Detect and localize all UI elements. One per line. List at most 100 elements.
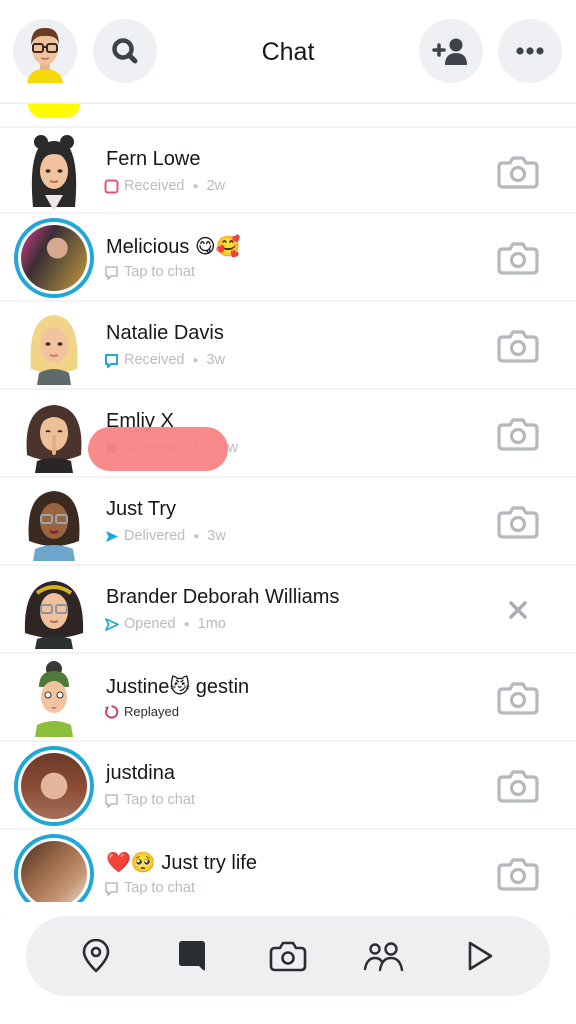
chat-name: Fern Lowe: [106, 148, 201, 170]
camera-button[interactable]: [496, 150, 540, 194]
camera-icon: [497, 242, 539, 275]
status-text: Tap to chat: [124, 880, 195, 896]
bitmoji-avatar-icon: [35, 661, 73, 737]
add-friend-button[interactable]: [419, 19, 483, 83]
status-text: Tap to chat: [124, 264, 195, 280]
close-icon: [509, 601, 527, 619]
status-text: Delivered: [124, 528, 186, 544]
map-pin-icon: [82, 939, 110, 973]
story-avatar[interactable]: [14, 218, 94, 298]
add-friend-icon: [432, 38, 467, 65]
header: Chat: [0, 0, 576, 104]
bitmoji-avatar-icon: [24, 581, 84, 649]
camera-icon: [497, 858, 539, 891]
chat-icon: [179, 941, 205, 971]
profile-photo: [21, 225, 87, 291]
avatar[interactable]: [14, 306, 94, 386]
avatar[interactable]: [14, 482, 94, 562]
story-avatar[interactable]: [14, 746, 94, 826]
chat-name: Just Try: [106, 498, 177, 520]
status-text: Received: [124, 178, 185, 194]
bitmoji-avatar-icon: [31, 135, 77, 211]
camera-icon: [497, 682, 539, 715]
chat-name: Melicious 😋🥰: [106, 236, 241, 258]
chat-list: Fern Lowe Received ● 2w Melicious 😋🥰 Tap: [0, 126, 576, 918]
chat-status: Tap to chat: [104, 792, 195, 808]
chat-row[interactable]: Just Try Delivered ● 3w: [0, 478, 576, 566]
bitmoji-avatar-icon: [26, 405, 82, 473]
status-text: Replayed: [124, 704, 179, 719]
chat-status: Received ● 3w: [104, 352, 225, 368]
avatar[interactable]: [14, 132, 94, 212]
bitmoji-avatar-icon: [30, 315, 78, 385]
chat-status: Delivered ● 3w: [104, 528, 226, 544]
profile-photo: [21, 753, 87, 819]
remove-button[interactable]: [496, 588, 540, 632]
more-button[interactable]: [498, 19, 562, 83]
chat-name: Natalie Davis: [106, 322, 224, 344]
screenshot-highlight-overlay: [88, 427, 228, 471]
chat-bubble-outline-icon: [104, 265, 119, 280]
chat-row[interactable]: Brander Deborah Williams Opened ● 1mo: [0, 566, 576, 654]
nav-camera-button[interactable]: [260, 928, 316, 984]
chat-status: Opened ● 1mo: [104, 616, 226, 632]
partial-avatar-previous-row: [28, 104, 80, 118]
more-icon: [516, 47, 544, 55]
chat-name: ❤️🥺 Just try life: [106, 852, 257, 874]
camera-button[interactable]: [496, 412, 540, 456]
avatar[interactable]: [14, 394, 94, 474]
chat-row[interactable]: Natalie Davis Received ● 3w: [0, 302, 576, 390]
status-time: 3w: [206, 352, 226, 368]
replay-icon: [104, 704, 119, 719]
chat-name: Brander Deborah Williams: [106, 586, 340, 608]
chat-status: Received ● 2w: [104, 178, 225, 194]
chat-name: justdina: [106, 762, 175, 784]
chat-row[interactable]: Fern Lowe Received ● 2w: [0, 126, 576, 214]
camera-icon: [269, 941, 307, 972]
camera-button[interactable]: [496, 764, 540, 808]
separator-dot: ●: [183, 618, 190, 630]
avatar[interactable]: [14, 658, 94, 738]
separator-dot: ●: [192, 180, 199, 192]
arrow-outline-icon: [104, 617, 119, 632]
status-time: 3w: [207, 528, 226, 544]
avatar[interactable]: [14, 570, 94, 650]
page-title: Chat: [261, 38, 315, 66]
chat-name: Justine😼 gestin: [106, 676, 250, 698]
nav-stories-button[interactable]: [356, 928, 412, 984]
camera-icon: [497, 330, 539, 363]
status-text: Opened: [124, 616, 176, 632]
status-time: 2w: [206, 178, 226, 194]
camera-button[interactable]: [496, 500, 540, 544]
chat-bubble-outline-icon: [104, 793, 119, 808]
status-text: Received: [124, 352, 185, 368]
nav-map-button[interactable]: [68, 928, 124, 984]
status-time: 1mo: [197, 616, 226, 632]
camera-button[interactable]: [496, 676, 540, 720]
status-text: Tap to chat: [124, 792, 195, 808]
camera-button[interactable]: [496, 324, 540, 368]
profile-photo: [21, 841, 87, 907]
chat-row[interactable]: Justine😼 gestin Replayed: [0, 654, 576, 742]
chat-row[interactable]: justdina Tap to chat: [0, 742, 576, 830]
chat-bubble-outline-icon: [104, 881, 119, 896]
chat-row[interactable]: Melicious 😋🥰 Tap to chat: [0, 214, 576, 302]
bottom-navigation: [0, 902, 576, 1024]
chat-status: Replayed: [104, 704, 179, 719]
camera-icon: [497, 770, 539, 803]
play-icon: [468, 941, 493, 971]
camera-icon: [497, 418, 539, 451]
camera-button[interactable]: [496, 852, 540, 896]
chat-status: Tap to chat: [104, 880, 195, 896]
nav-spotlight-button[interactable]: [452, 928, 508, 984]
camera-icon: [497, 156, 539, 189]
chat-row[interactable]: Emliy X Screenshot ● 3w: [0, 390, 576, 478]
camera-button[interactable]: [496, 236, 540, 280]
square-outline-icon: [104, 179, 119, 194]
chat-status: Tap to chat: [104, 264, 195, 280]
camera-icon: [497, 506, 539, 539]
friends-icon: [363, 942, 404, 972]
nav-chat-button[interactable]: [164, 928, 220, 984]
arrow-filled-icon: [104, 529, 119, 544]
bitmoji-avatar-icon: [28, 491, 80, 561]
